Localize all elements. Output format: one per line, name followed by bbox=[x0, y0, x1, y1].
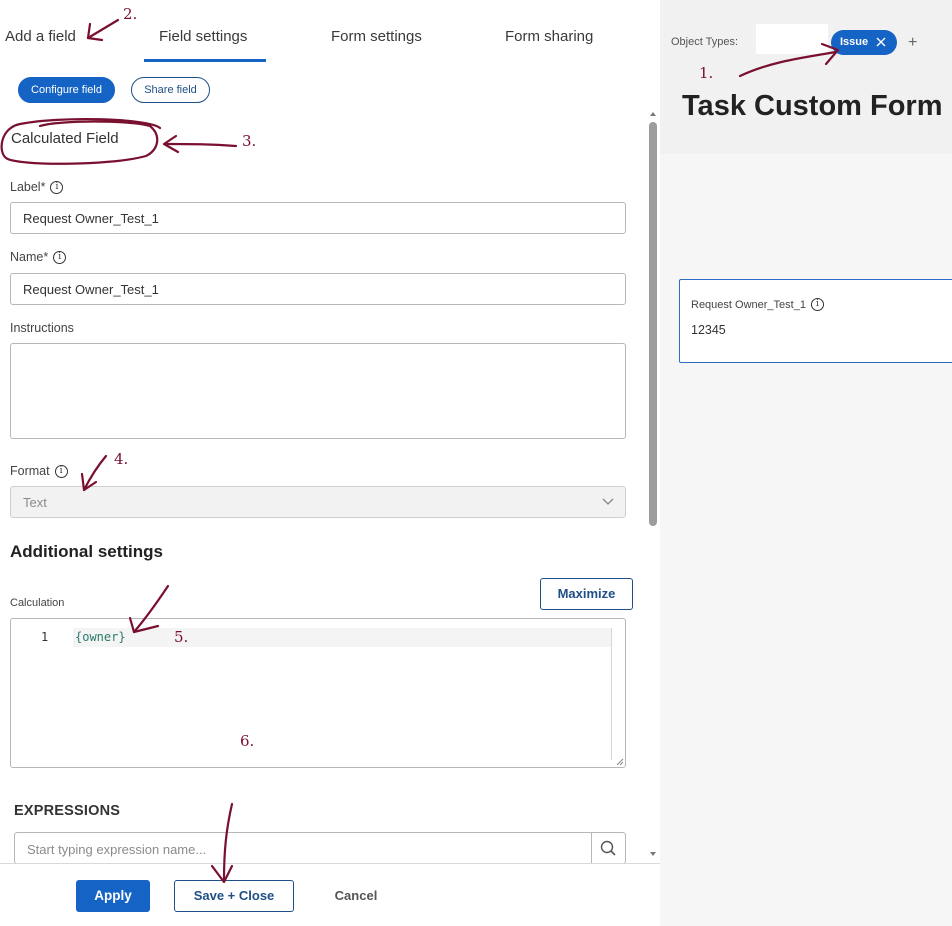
scroll-up-icon[interactable] bbox=[649, 110, 657, 118]
preview-field-label-text: Request Owner_Test_1 bbox=[691, 298, 806, 311]
additional-settings-heading: Additional settings bbox=[10, 542, 163, 561]
object-type-chip[interactable]: Issue bbox=[831, 30, 897, 55]
object-types-field[interactable] bbox=[756, 24, 828, 54]
search-icon bbox=[600, 840, 616, 856]
search-button[interactable] bbox=[591, 833, 625, 863]
info-icon[interactable]: i bbox=[53, 250, 67, 264]
calculation-label: Calculation bbox=[10, 597, 65, 609]
share-field-button[interactable]: Share field bbox=[131, 77, 210, 103]
expressions-heading: EXPRESSIONS bbox=[14, 803, 121, 819]
save-close-button[interactable]: Save + Close bbox=[174, 880, 294, 912]
active-tab-indicator bbox=[144, 59, 266, 62]
close-icon[interactable] bbox=[875, 36, 887, 48]
name-input[interactable]: Request Owner_Test_1 bbox=[10, 273, 626, 305]
apply-button[interactable]: Apply bbox=[76, 880, 150, 912]
cancel-button[interactable]: Cancel bbox=[320, 880, 392, 912]
name-field-label: Name* i bbox=[10, 250, 67, 264]
preview-field-label: Request Owner_Test_1 i bbox=[691, 298, 824, 311]
format-select[interactable]: Text bbox=[10, 486, 626, 518]
tab-form-settings[interactable]: Form settings bbox=[331, 28, 422, 45]
object-types-label: Object Types: bbox=[671, 36, 739, 48]
maximize-button[interactable]: Maximize bbox=[540, 578, 633, 610]
object-type-chip-label: Issue bbox=[840, 36, 869, 48]
info-icon[interactable]: i bbox=[50, 180, 64, 194]
format-label-text: Format bbox=[10, 464, 50, 478]
line-number: 1 bbox=[41, 630, 49, 644]
instructions-textarea[interactable] bbox=[10, 343, 626, 439]
scrollbar-thumb[interactable] bbox=[649, 122, 657, 526]
field-type-title: Calculated Field bbox=[11, 130, 119, 147]
form-title: Task Custom Form bbox=[682, 90, 943, 122]
calculation-code[interactable]: {owner} bbox=[75, 630, 126, 644]
preview-field-card[interactable]: Request Owner_Test_1 i 12345 bbox=[679, 279, 952, 363]
calculation-editor[interactable]: 1 {owner} bbox=[10, 618, 626, 768]
annotation-label-6: 6. bbox=[240, 732, 255, 750]
active-line-highlight bbox=[73, 628, 611, 647]
add-object-type-button[interactable]: + bbox=[908, 34, 917, 52]
editor-ruler bbox=[611, 628, 612, 760]
resize-handle-icon[interactable] bbox=[616, 758, 624, 766]
annotation-label-2: 2. bbox=[123, 5, 138, 23]
tab-form-sharing[interactable]: Form sharing bbox=[505, 28, 593, 45]
annotation-label-4: 4. bbox=[114, 450, 129, 468]
tab-add-field[interactable]: Add a field bbox=[5, 28, 76, 45]
info-icon[interactable]: i bbox=[54, 464, 68, 478]
label-field-label-text: Label* bbox=[10, 180, 46, 194]
info-icon[interactable]: i bbox=[810, 298, 824, 311]
tab-field-settings[interactable]: Field settings bbox=[159, 28, 247, 45]
configure-field-button[interactable]: Configure field bbox=[18, 77, 115, 103]
name-field-label-text: Name* bbox=[10, 250, 49, 264]
expression-search-input[interactable]: Start typing expression name... bbox=[27, 842, 206, 857]
preview-field-value: 12345 bbox=[691, 323, 726, 337]
expression-search[interactable]: Start typing expression name... bbox=[14, 832, 626, 864]
label-field-label: Label* i bbox=[10, 180, 64, 194]
form-preview-panel: Object Types: Issue + Task Custom Form R… bbox=[660, 0, 952, 926]
annotation-label-3: 3. bbox=[242, 132, 257, 150]
chevron-down-icon bbox=[602, 498, 614, 505]
annotation-label-5: 5. bbox=[174, 628, 189, 646]
format-label: Format i bbox=[10, 464, 68, 478]
instructions-label: Instructions bbox=[10, 321, 74, 335]
annotation-label-1: 1. bbox=[699, 64, 714, 82]
field-settings-panel: Add a field Field settings Form settings… bbox=[0, 0, 660, 926]
scroll-down-icon[interactable] bbox=[649, 850, 657, 858]
label-input[interactable]: Request Owner_Test_1 bbox=[10, 202, 626, 234]
tab-bar: Add a field Field settings Form settings… bbox=[0, 0, 660, 62]
format-select-value: Text bbox=[23, 495, 47, 510]
